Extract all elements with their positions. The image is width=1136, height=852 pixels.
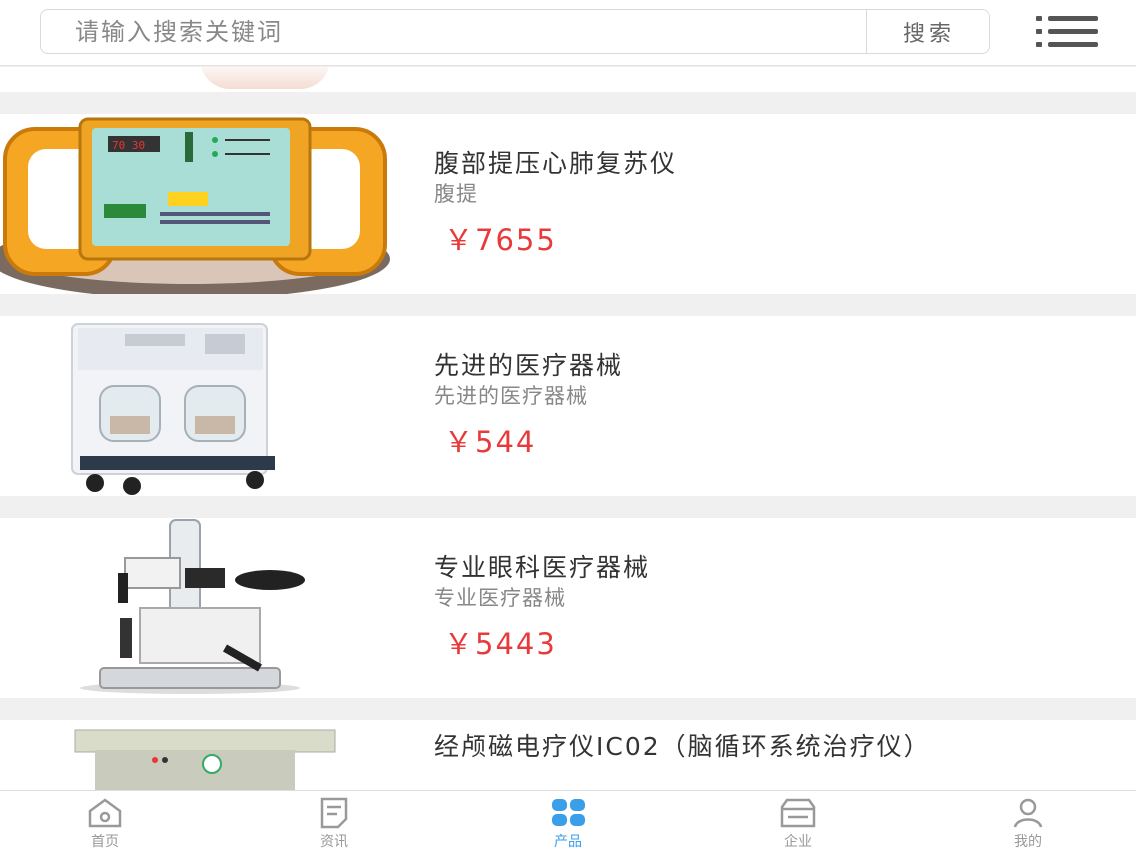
nav-label: 我的 [1014, 834, 1042, 850]
product-item[interactable]: 专业眼科医疗器械 专业医疗器械 ￥5443 [0, 518, 1136, 698]
nav-item-products[interactable]: 产品 [508, 797, 628, 851]
product-image-suction-device [0, 316, 400, 496]
product-price: ￥7655 [444, 223, 557, 257]
product-name: 经颅磁电疗仪IC02（脑循环系统治疗仪） [434, 732, 931, 761]
product-image-slit-lamp [0, 518, 400, 698]
user-icon [1013, 798, 1043, 828]
home-icon [88, 798, 122, 828]
product-image-tms-device [0, 720, 400, 792]
search-button[interactable]: 搜索 [866, 10, 989, 53]
product-name: 腹部提压心肺复苏仪 [434, 149, 678, 178]
nav-label: 资讯 [320, 834, 348, 850]
products-grid-icon [552, 799, 585, 826]
previous-item-remnant [0, 67, 1136, 92]
svg-text:70 30: 70 30 [112, 139, 145, 152]
product-subtitle: 专业医疗器械 [434, 586, 566, 610]
nav-item-news[interactable]: 资讯 [274, 797, 394, 851]
company-icon [780, 798, 816, 828]
nav-label: 企业 [784, 834, 812, 850]
product-name: 专业眼科医疗器械 [434, 553, 651, 582]
nav-item-home[interactable]: 首页 [45, 797, 165, 851]
product-subtitle: 先进的医疗器械 [434, 384, 588, 408]
nav-label: 首页 [91, 834, 119, 850]
product-item[interactable]: 先进的医疗器械 先进的医疗器械 ￥544 [0, 316, 1136, 496]
nav-item-company[interactable]: 企业 [738, 797, 858, 851]
news-icon [320, 797, 348, 829]
product-name: 先进的医疗器械 [434, 351, 624, 380]
nav-item-mine[interactable]: 我的 [968, 797, 1088, 851]
product-image-cpr-device: 70 30 [0, 114, 400, 294]
product-subtitle: 腹提 [434, 182, 478, 206]
top-bar: 搜索 [0, 0, 1136, 66]
product-price: ￥5443 [444, 627, 557, 661]
product-price: ￥544 [444, 425, 537, 459]
product-item[interactable]: 经颅磁电疗仪IC02（脑循环系统治疗仪） [0, 720, 1136, 792]
bottom-nav: 首页 资讯 产品 企业 我的 [0, 790, 1136, 852]
search-box: 搜索 [40, 9, 990, 54]
search-input[interactable] [41, 10, 866, 53]
product-item[interactable]: 70 30 腹部提压心肺复苏仪 腹提 ￥7655 [0, 114, 1136, 294]
nav-label: 产品 [554, 834, 582, 850]
menu-icon[interactable] [1034, 14, 1100, 50]
